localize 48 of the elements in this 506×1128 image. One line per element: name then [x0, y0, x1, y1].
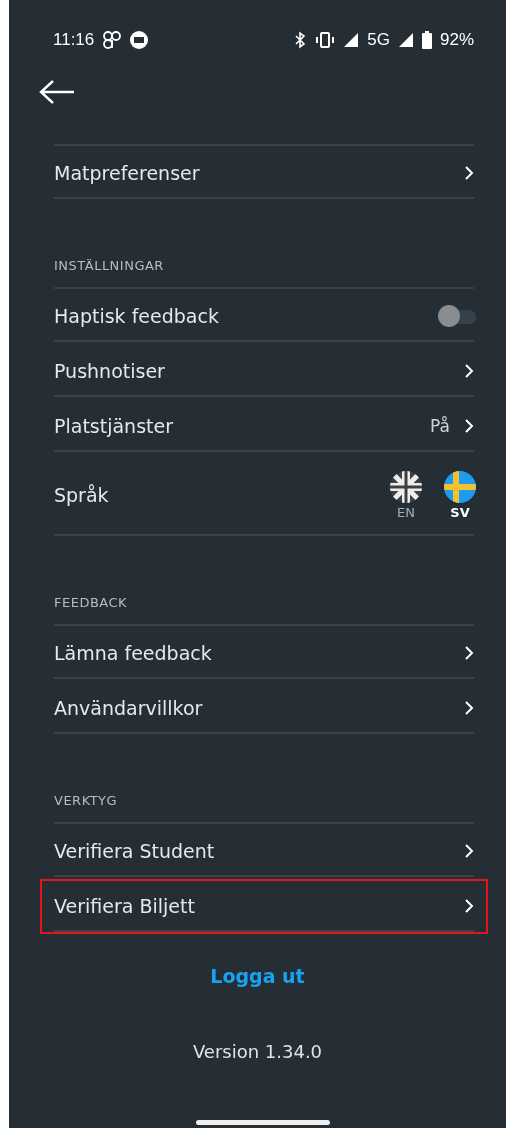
row-label: Lämna feedback: [54, 641, 213, 664]
flag-icon: [390, 470, 422, 503]
vibrate-icon: [315, 32, 336, 48]
flag-icon: [444, 470, 476, 503]
settings-row[interactable]: Lämna feedback: [40, 626, 488, 681]
chevron-right-icon: [464, 699, 474, 716]
language-option[interactable]: EN: [390, 470, 422, 520]
signal-icon: [343, 32, 360, 48]
chevron-right-icon: [464, 644, 474, 661]
row-label: Språk: [54, 484, 110, 506]
language-option[interactable]: SV: [444, 470, 476, 520]
back-arrow-icon: [39, 80, 75, 104]
chevron-right-icon: [464, 897, 474, 914]
row-label: Matpreferenser: [54, 161, 201, 184]
back-button[interactable]: [39, 80, 75, 104]
chevron-right-icon: [464, 362, 474, 379]
settings-row[interactable]: Matpreferenser: [40, 146, 488, 201]
chevron-right-icon: [464, 842, 474, 859]
row-label: Platstjänster: [54, 414, 174, 437]
section-header: FEEDBACK: [54, 594, 129, 612]
row-value: På: [430, 415, 450, 436]
settings-row[interactable]: Språk EN SV: [40, 454, 488, 538]
signal-icon: [397, 32, 414, 48]
bluetooth-icon: [293, 31, 308, 49]
battery-icon: [421, 31, 432, 49]
network-label: 5G: [367, 30, 390, 50]
settings-row[interactable]: Haptisk feedback: [40, 289, 488, 344]
chevron-right-icon: [464, 417, 474, 434]
battery-percent: 92%: [439, 30, 474, 50]
settings-row[interactable]: Verifiera Student: [40, 824, 488, 879]
toggle-switch[interactable]: [438, 304, 474, 327]
settings-row[interactable]: Användarvillkor: [40, 681, 488, 736]
settings-row[interactable]: Pushnotiser: [40, 344, 488, 399]
row-label: Verifiera Biljett: [54, 894, 196, 917]
settings-row[interactable]: Platstjänster På: [40, 399, 488, 454]
fan-icon: [102, 30, 123, 50]
row-label: Användarvillkor: [54, 696, 204, 719]
chevron-right-icon: [464, 164, 474, 181]
logout-link[interactable]: Logga ut: [206, 961, 309, 991]
settings-row[interactable]: Verifiera Biljett: [40, 879, 488, 934]
section-header: VERKTYG: [54, 792, 119, 810]
app-badge-icon: [130, 31, 149, 49]
status-time: 11:16: [53, 30, 95, 50]
section-header: INSTÄLLNINGAR: [54, 257, 165, 275]
version-text: Version 1.34.0: [191, 1041, 324, 1062]
row-label: Verifiera Student: [54, 839, 216, 862]
row-label: Haptisk feedback: [54, 304, 220, 327]
row-label: Pushnotiser: [54, 359, 166, 382]
